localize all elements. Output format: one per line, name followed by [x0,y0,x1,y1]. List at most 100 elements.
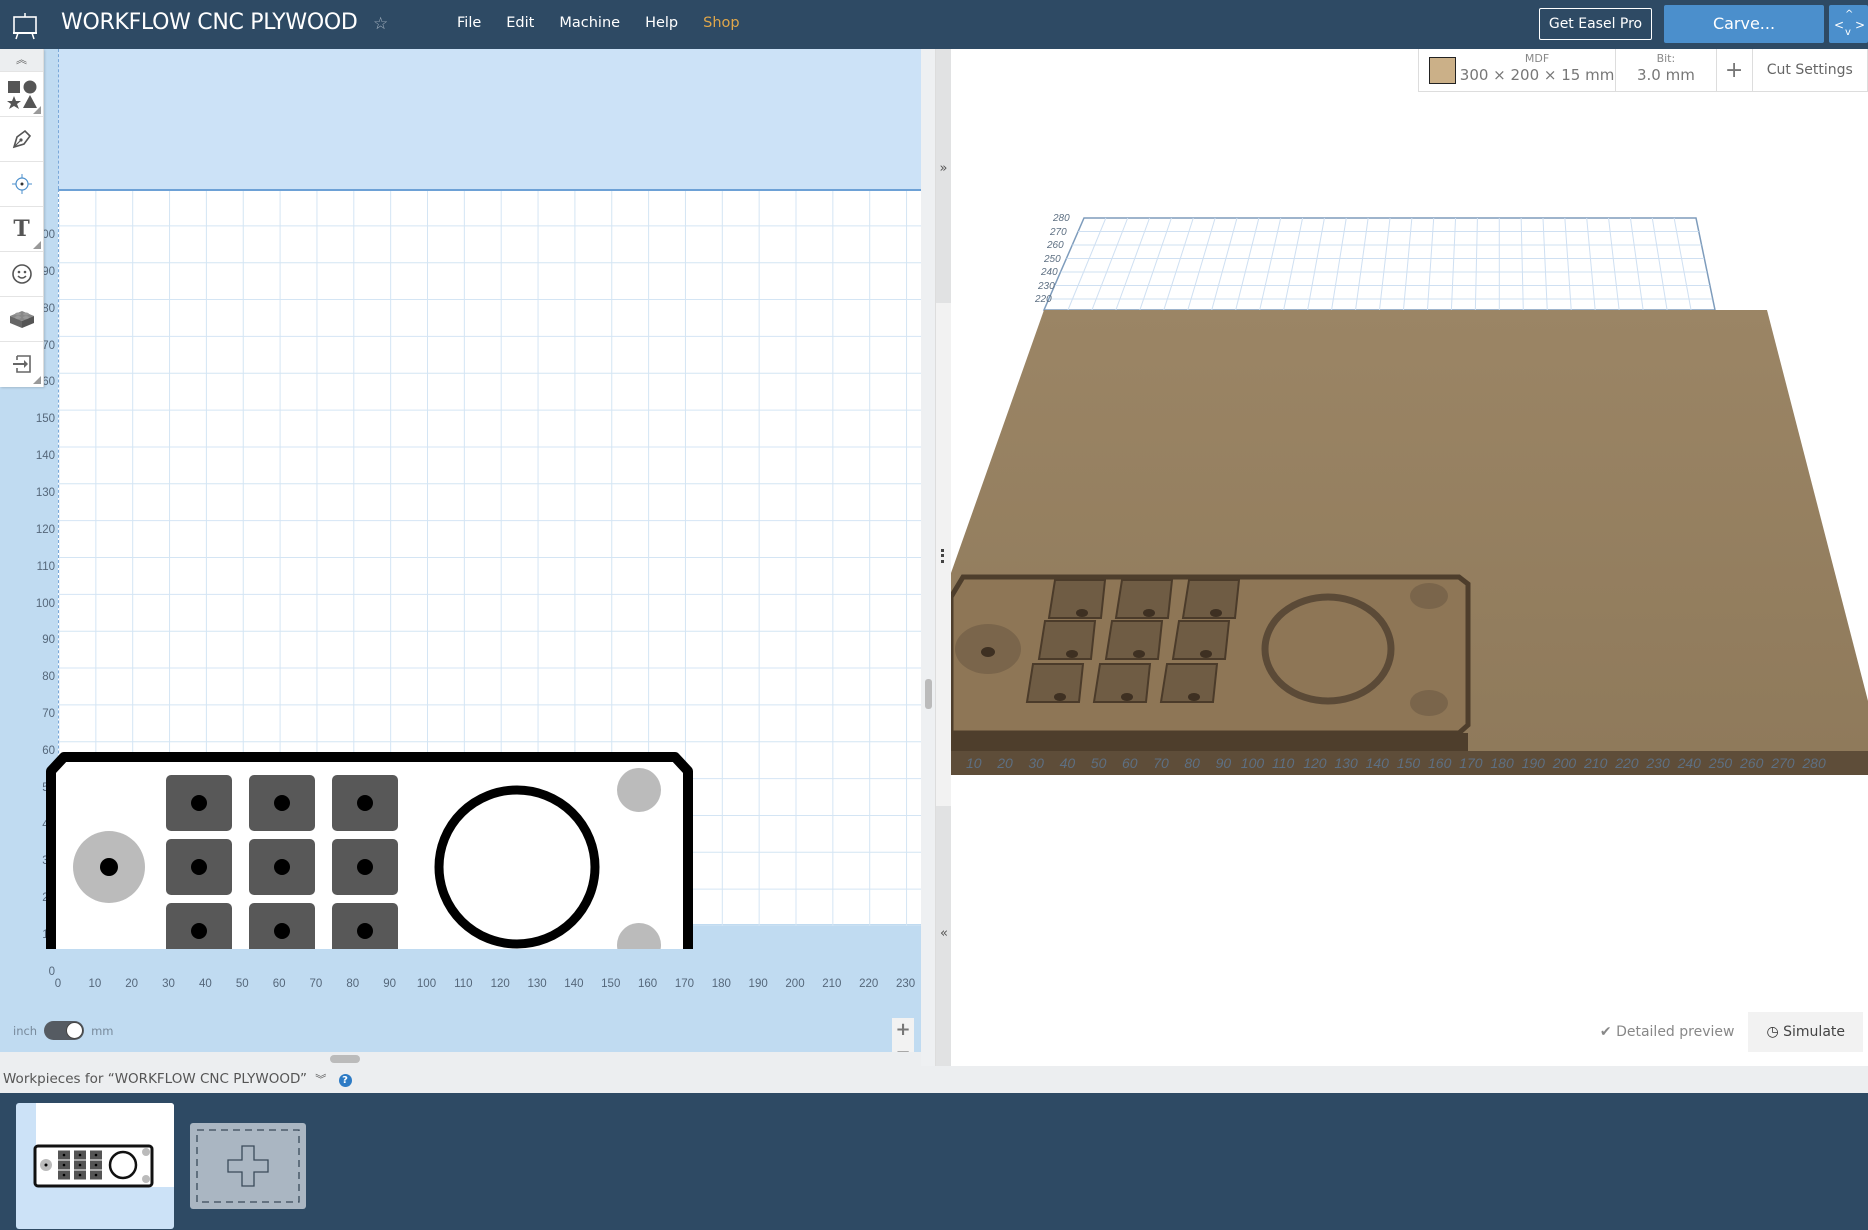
double-chevron-right-icon[interactable]: » [940,161,948,176]
menu-shop[interactable]: Shop [703,15,739,31]
star-icon[interactable]: ☆ [373,14,388,34]
material-bar: MDF 300 × 200 × 15 mm Bit: 3.0 mm + Cut … [1418,49,1868,92]
3d-x-tick-label: 190 [1521,755,1545,771]
detailed-preview-toggle[interactable]: ✔ Detailed preview [1600,1024,1735,1040]
3d-y-tick-label: 240 [1041,267,1058,278]
project-title[interactable]: WORKFLOW CNC PLYWOOD [61,10,358,35]
menu-machine[interactable]: Machine [559,15,620,31]
x-tick-label: 30 [162,978,175,990]
vertical-scrollbar-track[interactable] [921,49,935,1066]
3d-knob-hole [981,647,995,657]
double-chevron-up-icon[interactable]: ︽ [0,49,43,71]
horizontal-scrollbar[interactable] [0,1052,935,1066]
double-chevron-down-icon[interactable]: ︾ [315,1073,326,1086]
help-icon[interactable]: ? [338,1074,352,1087]
3d-mount-hole-bottom [1410,690,1448,716]
material-selector[interactable]: MDF 300 × 200 × 15 mm [1419,49,1617,92]
splitter-bar[interactable]: » « [935,49,952,1066]
cut-settings-button[interactable]: Cut Settings [1753,49,1867,92]
double-chevron-left-icon[interactable]: « [940,926,948,941]
x-tick-label: 70 [309,978,323,990]
bit-selector[interactable]: Bit: 3.0 mm [1616,49,1717,92]
menu-help[interactable]: Help [645,15,678,31]
x-tick-label: 120 [490,978,510,990]
3d-key-hole [1210,609,1222,617]
3d-x-tick-label: 50 [1090,755,1107,771]
workpieces-header[interactable]: Workpieces for “WORKFLOW CNC PLYWOOD” ︾ … [0,1066,1868,1093]
zoom-in-button[interactable]: + [892,1018,914,1042]
workpiece-side [951,733,1468,751]
x-tick-label: 150 [601,978,621,990]
collapse-right-section[interactable]: » [936,49,951,303]
unit-toggle[interactable] [44,1021,85,1040]
preview-footer: ✔ Detailed preview ◷ Simulate [1600,1012,1863,1052]
thumb-key-hole [94,1163,98,1167]
add-workpiece-button[interactable] [190,1123,306,1209]
vertical-dots-icon[interactable] [941,549,945,563]
point-tool[interactable] [0,161,43,206]
text-icon: T [13,216,30,242]
icons-tool[interactable] [0,251,43,296]
main-menu: File Edit Machine Help Shop [457,15,765,31]
3d-key-hole [1188,693,1200,701]
3d-x-tick-label: 30 [1028,755,1044,771]
3d-x-tick-label: 120 [1303,755,1327,771]
workpiece-thumbnail[interactable] [16,1103,174,1229]
material-swatch [1429,57,1456,84]
3d-y-tick-label: 260 [1047,240,1064,251]
lego-brick-icon [9,311,34,328]
3d-x-tick-label: 280 [1802,755,1826,771]
bit-label: Bit: [1656,52,1676,65]
thumb-key-hole [62,1153,66,1157]
add-bit-button[interactable]: + [1717,49,1753,92]
3d-x-tick-label: 210 [1584,755,1608,771]
menu-edit[interactable]: Edit [506,15,534,31]
pen-tool[interactable] [0,116,43,161]
workpieces-strip [0,1093,1868,1230]
emoji-icon [11,264,32,284]
3d-key-hole [1054,693,1066,701]
jog-button[interactable]: ^ < > v [1829,5,1868,43]
text-tool[interactable]: T [0,206,43,251]
thumb-key-hole [94,1173,98,1177]
import-tool[interactable] [0,341,43,386]
x-tick-label: 20 [125,978,139,990]
thumb-key-hole [62,1163,66,1167]
apps-tool[interactable] [0,296,43,341]
x-tick-label: 160 [638,978,658,990]
menu-file[interactable]: File [457,15,481,31]
clock-icon: ◷ [1766,1024,1779,1040]
3d-y-tick-label: 270 [1050,226,1067,238]
3d-preview-panel[interactable]: 10 20 30 40 50 60 70 80 90 100 110 120 130 140 150 160 1… [951,49,1868,1066]
x-tick-label: 140 [564,978,584,990]
x-axis-labels: 0 10 20 30 40 50 60 70 80 90 100 110 120 130 140 150 160… [0,49,935,999]
get-easel-pro-button[interactable]: Get Easel Pro [1539,8,1652,40]
detailed-preview-label: Detailed preview [1616,1024,1735,1040]
toggle-knob [66,1022,84,1039]
3d-y-tick-label: 230 [1038,280,1055,292]
3d-x-tick-label: 20 [997,755,1013,771]
x-tick-label: 130 [527,978,547,990]
3d-x-axis-labels: 10 20 30 40 50 60 70 80 90 100 110 120 130 140 150 160 1… [951,755,1868,775]
easel-logo-icon[interactable] [12,10,38,40]
x-tick-label: 190 [748,978,768,990]
submenu-indicator [33,241,41,249]
collapse-left-section[interactable]: « [936,806,952,1066]
shapes-tool[interactable] [0,71,43,116]
3d-y-tick-label: 220 [1035,294,1052,305]
carve-button[interactable]: Carve... [1664,5,1824,43]
vertical-scrollbar-thumb[interactable] [925,679,932,709]
target-icon [11,174,32,194]
unit-switch[interactable]: inch mm [13,1021,114,1040]
3d-x-tick-label: 240 [1677,755,1701,771]
scrollbar-thumb[interactable] [330,1055,360,1063]
panel-splitter: » « [921,49,952,1066]
x-tick-label: 0 [54,978,62,990]
thumb-key-hole [94,1153,98,1157]
3d-x-tick-label: 40 [1059,755,1076,771]
tool-palette: ︽ T [0,49,44,387]
simulate-button[interactable]: ◷ Simulate [1748,1012,1863,1052]
easel-app: WORKFLOW CNC PLYWOOD ☆ File Edit Machine… [0,0,1868,1230]
x-tick-label: 100 [416,978,437,990]
3d-scene [951,217,1868,775]
